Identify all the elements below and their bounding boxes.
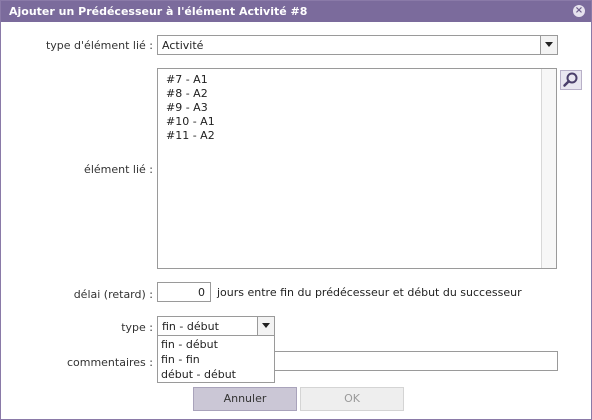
dropdown-option[interactable]: fin - début [161,338,218,351]
chevron-down-icon[interactable] [257,317,274,335]
link-type-select[interactable]: fin - début [157,316,275,336]
cancel-button[interactable]: Annuler [193,387,297,411]
dropdown-option[interactable]: début - début [161,368,236,381]
list-item[interactable]: #10 - A1 [166,115,215,128]
dropdown-option[interactable]: fin - fin [161,353,200,366]
element-type-label: type d'élément lié : [45,39,153,52]
dialog-titlebar: Ajouter un Prédécesseur à l'élément Acti… [1,1,591,22]
list-item[interactable]: #7 - A1 [166,73,208,86]
list-item[interactable]: #8 - A2 [166,87,208,100]
delay-value: 0 [198,286,205,299]
list-item[interactable]: #9 - A3 [166,101,208,114]
chevron-down-icon[interactable] [540,36,557,54]
linked-element-label: élément lié : [84,163,153,176]
list-scrollbar[interactable] [541,69,556,268]
delay-suffix: jours entre fin du prédécesseur et début… [217,286,522,299]
search-button[interactable] [560,70,582,90]
comments-label: commentaires : [66,356,153,369]
link-type-value: fin - début [162,320,219,333]
add-predecessor-dialog: Ajouter un Prédécesseur à l'élément Acti… [0,0,592,420]
ok-button[interactable]: OK [300,387,404,411]
dialog-title: Ajouter un Prédécesseur à l'élément Acti… [9,5,308,18]
list-item[interactable]: #11 - A2 [166,129,215,142]
delay-label: délai (retard) : [73,288,153,301]
element-type-value: Activité [162,39,204,52]
link-type-label: type : [121,321,153,334]
link-type-dropdown: fin - début fin - fin début - début [157,335,275,383]
linked-element-list[interactable]: #7 - A1 #8 - A2 #9 - A3 #10 - A1 #11 - A… [157,68,557,269]
element-type-select[interactable]: Activité [157,35,558,55]
search-icon [563,72,578,87]
close-icon[interactable]: × [573,5,585,17]
delay-input[interactable]: 0 [157,282,211,302]
